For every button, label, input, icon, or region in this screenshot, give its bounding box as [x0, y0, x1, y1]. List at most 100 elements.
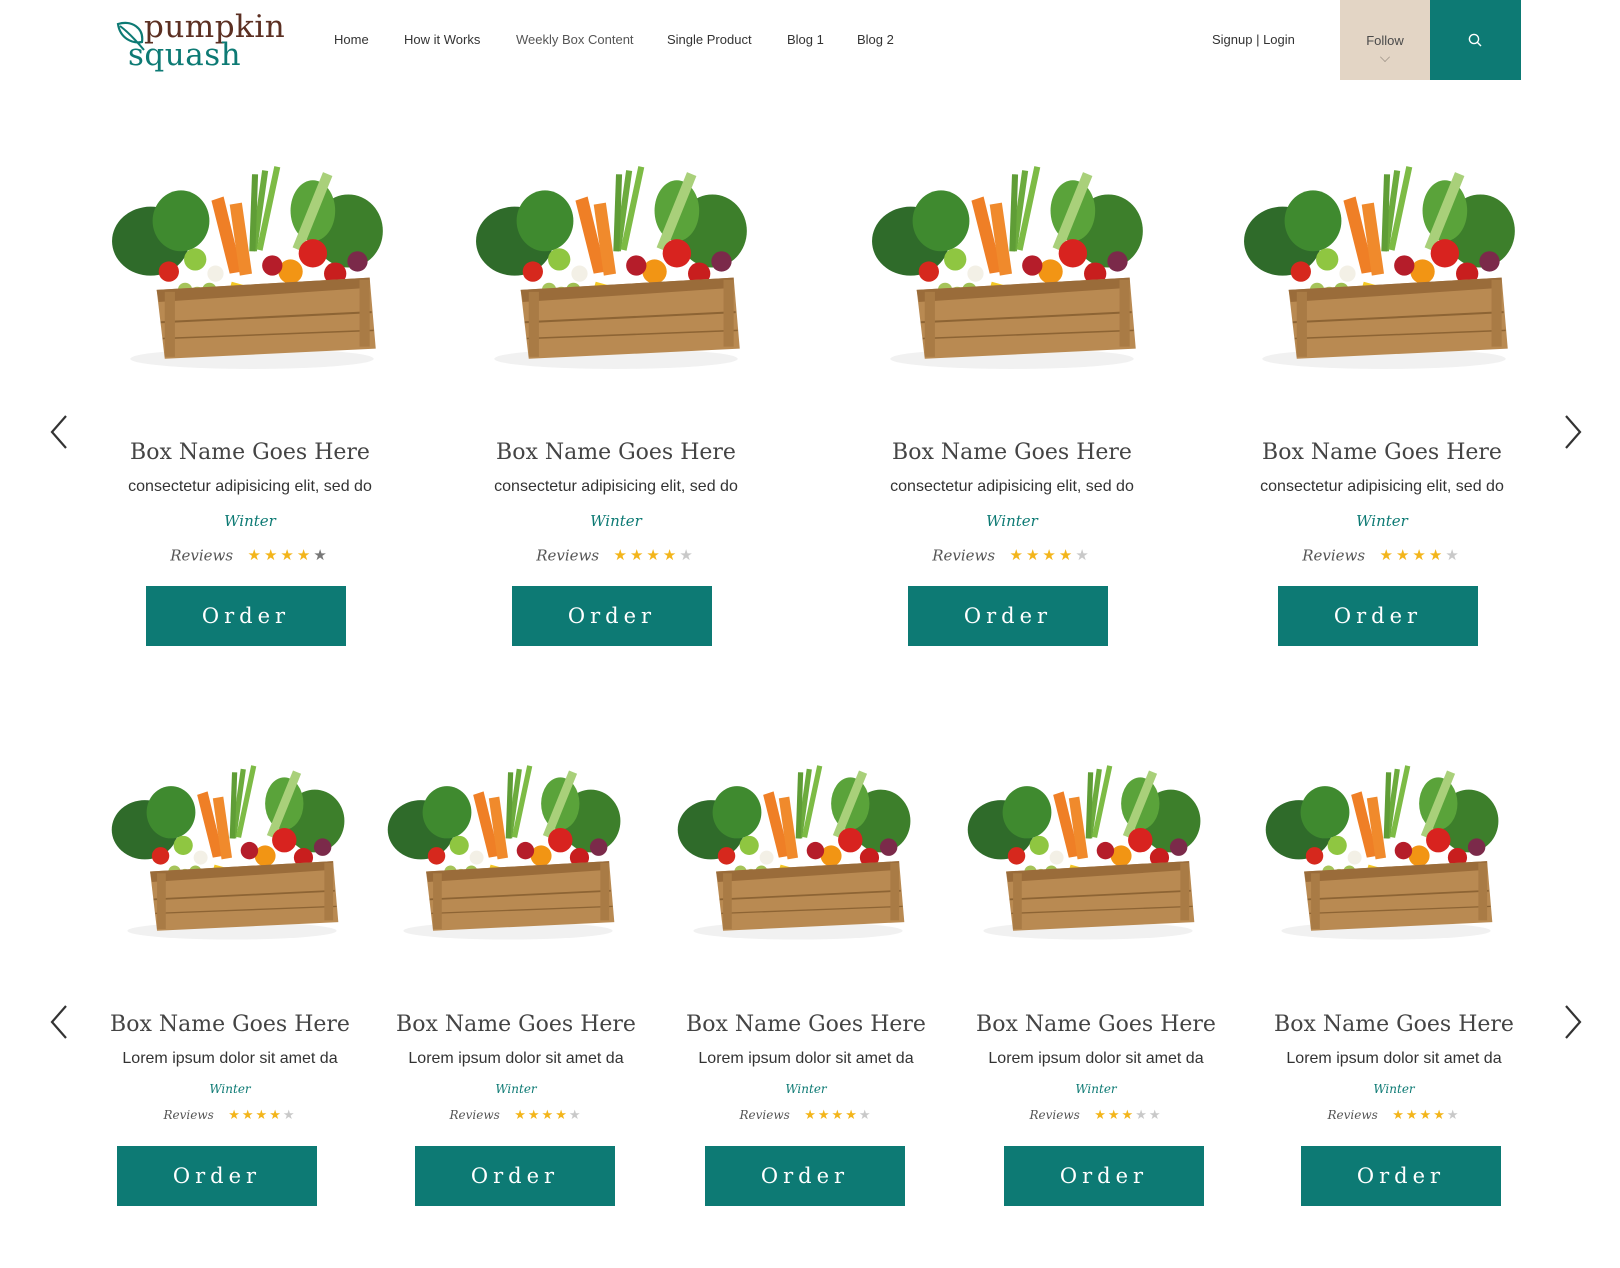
box-description: consectetur adipisicing elit, sed do — [494, 478, 738, 495]
order-button[interactable]: Order — [415, 1146, 615, 1206]
box-name[interactable]: Box Name Goes Here — [100, 1012, 360, 1037]
box-name[interactable]: Box Name Goes Here — [1264, 1012, 1524, 1037]
product-card: Box Name Goes Here consectetur adipisici… — [466, 160, 766, 646]
star-icon: ★ — [1094, 1107, 1106, 1122]
star-icon: ★ — [1075, 547, 1089, 564]
order-button[interactable]: Order — [1301, 1146, 1501, 1206]
product-image[interactable] — [1242, 160, 1526, 378]
row2-next-arrow[interactable] — [1558, 1000, 1588, 1044]
star-icon: ★ — [247, 547, 261, 564]
reviews[interactable]: Reviews ★ ★ ★ ★ ★ — [862, 546, 1162, 565]
row2-prev-arrow[interactable] — [44, 1000, 74, 1044]
star-icon: ★ — [269, 1107, 281, 1122]
star-icon: ★ — [858, 1107, 871, 1122]
reviews-label: Reviews — [932, 546, 996, 565]
star-rating: ★ ★ ★ ★ ★ — [804, 1106, 872, 1124]
product-image[interactable] — [110, 760, 354, 948]
nav-how-it-works[interactable]: How it Works — [404, 32, 480, 47]
order-button[interactable]: Order — [117, 1146, 317, 1206]
product-image[interactable] — [676, 760, 920, 948]
order-button[interactable]: Order — [1278, 586, 1478, 646]
reviews[interactable]: Reviews ★ ★ ★ ★ ★ — [386, 1106, 646, 1124]
order-button[interactable]: Order — [908, 586, 1108, 646]
reviews[interactable]: Reviews ★ ★ ★ ★ ★ — [1264, 1106, 1524, 1124]
reviews[interactable]: Reviews ★ ★ ★ ★ ★ — [676, 1106, 936, 1124]
product-card: Box Name Goes Here Lorem ipsum dolor sit… — [386, 760, 646, 1230]
box-name[interactable]: Box Name Goes Here — [1232, 440, 1532, 465]
box-description: Lorem ipsum dolor sit amet da — [1286, 1050, 1502, 1067]
reviews[interactable]: Reviews ★ ★ ★ ★ ★ — [466, 546, 766, 565]
order-button[interactable]: Order — [705, 1146, 905, 1206]
reviews[interactable]: Reviews ★ ★ ★ ★ ★ — [966, 1106, 1226, 1124]
star-icon: ★ — [1042, 547, 1056, 564]
product-image[interactable] — [966, 760, 1210, 948]
row1-next-arrow[interactable] — [1558, 410, 1588, 454]
star-icon: ★ — [568, 1107, 581, 1122]
nav-home[interactable]: Home — [334, 32, 369, 47]
search-button[interactable] — [1430, 0, 1521, 80]
box-name[interactable]: Box Name Goes Here — [100, 440, 400, 465]
signup-login-link[interactable]: Signup | Login — [1212, 32, 1295, 47]
reviews-label: Reviews — [739, 1108, 790, 1122]
box-name[interactable]: Box Name Goes Here — [862, 440, 1162, 465]
chevron-left-icon — [50, 1005, 67, 1039]
star-icon: ★ — [1405, 1107, 1418, 1122]
reviews-label: Reviews — [449, 1108, 500, 1122]
star-icon: ★ — [1379, 547, 1393, 564]
box-name[interactable]: Box Name Goes Here — [466, 440, 766, 465]
star-icon: ★ — [662, 547, 677, 564]
chevron-right-icon — [1565, 415, 1582, 449]
chevron-down-icon — [1380, 52, 1390, 62]
star-icon: ★ — [1445, 547, 1459, 564]
product-image[interactable] — [1264, 760, 1508, 948]
box-season: Winter — [785, 1082, 827, 1096]
reviews-label: Reviews — [1327, 1108, 1378, 1122]
nav-single-product[interactable]: Single Product — [667, 32, 752, 47]
reviews[interactable]: Reviews ★ ★ ★ ★ ★ — [100, 1106, 360, 1124]
star-icon: ★ — [255, 1107, 268, 1122]
product-image[interactable] — [110, 160, 394, 378]
reviews-label: Reviews — [1029, 1108, 1080, 1122]
product-image[interactable] — [474, 160, 758, 378]
star-icon: ★ — [1121, 1107, 1134, 1122]
product-card: Box Name Goes Here Lorem ipsum dolor sit… — [676, 760, 936, 1230]
nav-blog-1[interactable]: Blog 1 — [787, 32, 824, 47]
order-button[interactable]: Order — [146, 586, 346, 646]
product-image[interactable] — [870, 160, 1154, 378]
follow-button[interactable]: Follow — [1340, 0, 1430, 80]
star-icon: ★ — [1419, 1107, 1432, 1122]
vegetable-box-image — [872, 166, 1143, 369]
star-icon: ★ — [1107, 1107, 1120, 1122]
box-name[interactable]: Box Name Goes Here — [966, 1012, 1226, 1037]
row1-prev-arrow[interactable] — [44, 410, 74, 454]
product-card: Box Name Goes Here consectetur adipisici… — [862, 160, 1162, 646]
star-icon: ★ — [804, 1107, 816, 1122]
vegetable-box-image — [112, 166, 383, 369]
reviews[interactable]: Reviews ★ ★ ★ ★ ★ — [1232, 546, 1532, 565]
logo[interactable]: pumpkin squash — [114, 8, 294, 72]
star-rating: ★ ★ ★ ★ ★ — [1094, 1106, 1162, 1124]
star-rating: ★ ★ ★ ★ ★ — [1392, 1106, 1460, 1124]
vegetable-box-image — [677, 765, 911, 940]
vegetable-box-image — [111, 765, 345, 940]
star-icon: ★ — [263, 547, 278, 564]
box-name[interactable]: Box Name Goes Here — [676, 1012, 936, 1037]
reviews[interactable]: Reviews ★ ★ ★ ★ ★ — [100, 546, 400, 565]
nav-weekly-box-content[interactable]: Weekly Box Content — [516, 32, 634, 47]
box-season: Winter — [1075, 1082, 1117, 1096]
star-icon: ★ — [679, 547, 693, 564]
reviews-label: Reviews — [170, 546, 234, 565]
star-icon: ★ — [555, 1107, 567, 1122]
product-card: Box Name Goes Here Lorem ipsum dolor sit… — [1264, 760, 1524, 1230]
order-button[interactable]: Order — [512, 586, 712, 646]
box-season: Winter — [986, 512, 1038, 530]
box-description: consectetur adipisicing elit, sed do — [1260, 478, 1504, 495]
box-name[interactable]: Box Name Goes Here — [386, 1012, 646, 1037]
box-season: Winter — [590, 512, 642, 530]
product-image[interactable] — [386, 760, 630, 948]
reviews-label: Reviews — [163, 1108, 214, 1122]
star-icon: ★ — [1392, 1107, 1404, 1122]
nav-blog-2[interactable]: Blog 2 — [857, 32, 894, 47]
star-icon: ★ — [1148, 1107, 1161, 1122]
order-button[interactable]: Order — [1004, 1146, 1204, 1206]
